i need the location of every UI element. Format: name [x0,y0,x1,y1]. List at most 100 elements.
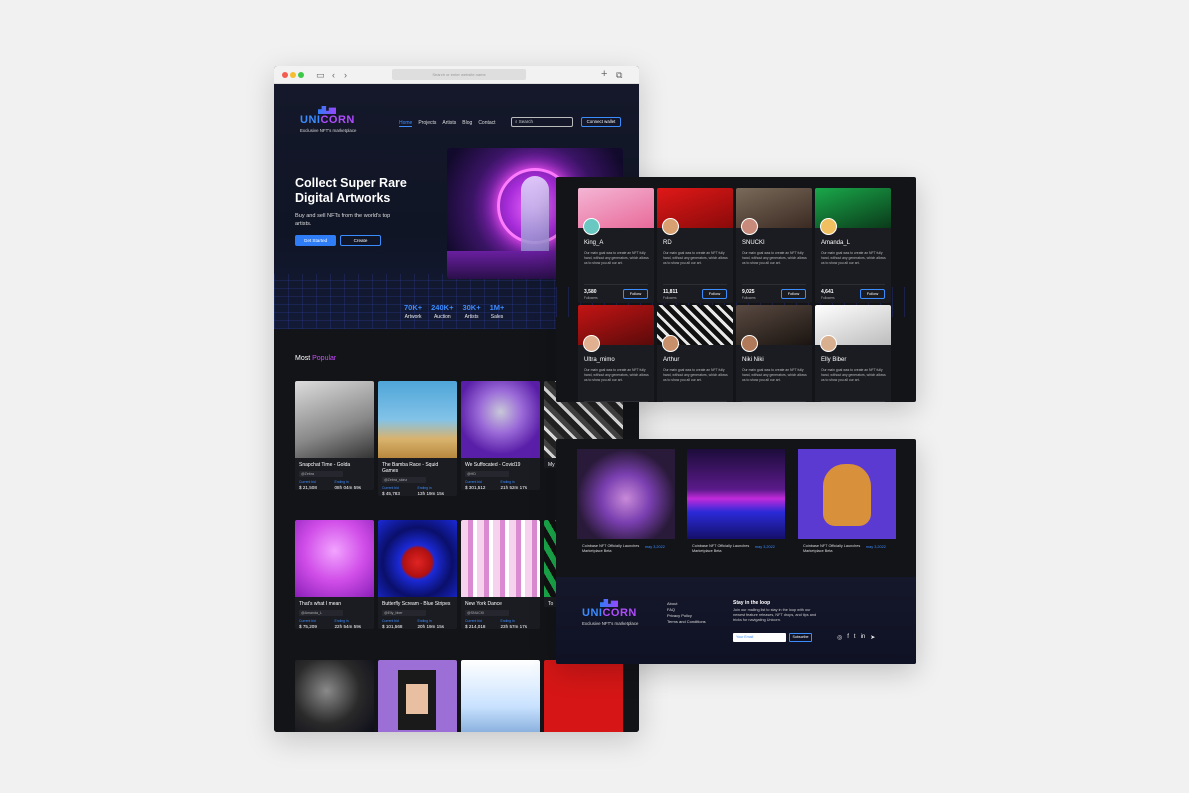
create-button[interactable]: Create [340,235,381,246]
tabs-overview-icon[interactable]: ⧉ [616,69,622,81]
nav-artists[interactable]: Artists [442,120,456,127]
news-title: Coinbase NFT Officially Launches Marketp… [692,544,750,553]
news-card[interactable]: Coinbase NFT Officially Launches Marketp… [687,449,785,553]
follow-button[interactable]: Follow [702,289,727,299]
nft-image [378,381,457,458]
avatar[interactable] [583,218,600,235]
nft-image [461,520,540,597]
nft-card[interactable] [378,660,457,732]
nft-card[interactable]: Snapchat Time - Golda @Zebra Current bid… [295,381,374,490]
artist-name: Arthur [663,357,680,363]
news-image [687,449,785,539]
close-window-button[interactable] [282,72,288,78]
divider [742,401,806,402]
artist-card[interactable]: Amanda_L Our main goal was to create an N… [815,188,891,303]
nft-card[interactable]: That's what I mean @Amanda_L Current bid… [295,520,374,629]
sidebar-icon[interactable]: ▭ [316,69,325,81]
nav-contact[interactable]: Contact [478,120,495,127]
maximize-window-button[interactable] [298,72,304,78]
artist-description: Our main goal was to create an NFT fully… [821,251,886,265]
divider [742,284,806,285]
nav-projects[interactable]: Projects [418,120,436,127]
social-links: ◎ f t in ➤ [837,634,875,641]
ape-figure [823,464,871,526]
artist-name: Elly Biber [821,357,847,363]
newsletter-text: Join our mailing list to stay in the loo… [733,608,817,623]
avatar[interactable] [662,218,679,235]
footer-link-terms[interactable]: Terms and Conditions [667,619,706,625]
artist-card[interactable]: Elly Biber Our main goal was to create an… [815,305,891,402]
nft-card[interactable]: The Bamba Race - Squid Games @Zebra_skin… [378,381,457,496]
site-logo[interactable]: UNICORN Exclusive NFT's marketplace [300,106,356,133]
divider [663,401,727,402]
back-icon[interactable]: ‹ [332,69,335,81]
stat-artwork: 70K+ Artwork [404,303,423,320]
facebook-icon[interactable]: f [847,634,849,641]
artist-name: RD [663,240,672,246]
nft-card[interactable]: Butterfly Scream - Blue Stripes @Elly_bb… [378,520,457,629]
new-tab-icon[interactable]: + [601,68,607,80]
artist-name: King_A [584,240,604,246]
nft-card[interactable] [295,660,374,732]
news-date: may 3,2022 [866,545,886,549]
nft-image [295,660,374,732]
twitter-icon[interactable]: t [854,634,856,641]
alien-figure [521,176,549,256]
news-card[interactable]: Coinbase NFT Officially Launches Marketp… [577,449,675,553]
follow-button[interactable]: Follow [781,289,806,299]
nft-creator: @Zebra_skinz [382,477,426,483]
stat-sales: 1M+ Sales [489,303,505,320]
artist-card[interactable]: Niki Niki Our main goal was to create an … [736,305,812,402]
news-title: Coinbase NFT Officially Launches Marketp… [803,544,861,553]
artist-card[interactable]: RD Our main goal was to create an NFT ful… [657,188,733,303]
telegram-icon[interactable]: ➤ [870,634,875,641]
nft-title: Butterfly Scream - Blue Stripes [382,601,451,607]
avatar[interactable] [820,335,837,352]
hero-text: Buy and sell NFTs from the world's top a… [295,213,391,227]
stat-auction: 240K+ Auction [431,303,454,320]
nft-card[interactable] [544,660,623,732]
artist-description: Our main goal was to create an NFT fully… [663,251,728,265]
search-icon: ⌕ [515,119,518,124]
nft-card[interactable]: We Suffocated - Covid19 @HD Current bid $… [461,381,540,490]
search-input[interactable]: ⌕ Search [511,117,573,127]
linkedin-icon[interactable]: in [861,634,866,641]
minimize-window-button[interactable] [290,72,296,78]
artist-card[interactable]: King_A Our main goal was to create an NFT… [578,188,654,303]
email-field[interactable]: Your Email [733,633,786,642]
nft-creator: @Elly_bber [382,610,426,616]
avatar[interactable] [583,335,600,352]
artist-name: Niki Niki [742,357,764,363]
avatar[interactable] [741,218,758,235]
connect-wallet-button[interactable]: Connect wallet [581,117,621,127]
nft-title: Snapchat Time - Golda [299,462,351,468]
artist-description: Our main goal was to create an NFT fully… [742,368,807,382]
get-started-button[interactable]: Get Started [295,235,336,246]
followers-count: 3,580 [584,289,597,295]
follow-button[interactable]: Follow [623,289,648,299]
artist-name: Amanda_L [821,240,851,246]
footer-logo[interactable]: UNICORN Exclusive NFT's marketplace [582,599,638,626]
forward-icon[interactable]: › [344,69,347,81]
nav-blog[interactable]: Blog [462,120,472,127]
logo-wordmark: UNICORN [582,607,637,619]
newsletter-block: Stay in the loop Join our mailing list t… [733,600,818,624]
divider [663,284,727,285]
followers-count: 9,025 [742,289,755,295]
followers-label: Followers [584,296,598,300]
instagram-icon[interactable]: ◎ [837,634,842,641]
artist-card[interactable]: SNUCKI Our main goal was to create an NFT… [736,188,812,303]
stats-row: 70K+ Artwork 240K+ Auction 30K+ Artists 1M+… [404,303,504,320]
nft-card[interactable]: New York Dance @SNUCKI Current bid $ 214,… [461,520,540,629]
avatar[interactable] [820,218,837,235]
avatar[interactable] [741,335,758,352]
news-card[interactable]: Coinbase NFT Officially Launches Marketp… [798,449,896,553]
nav-home[interactable]: Home [399,120,413,127]
artist-card[interactable]: Ultra_mimo Our main goal was to create an… [578,305,654,402]
address-bar[interactable]: Search or enter website name [392,69,526,80]
follow-button[interactable]: Follow [860,289,885,299]
avatar[interactable] [662,335,679,352]
subscribe-button[interactable]: Subscribe [789,633,812,642]
nft-card[interactable] [461,660,540,732]
artist-card[interactable]: Arthur Our main goal was to create an NFT… [657,305,733,402]
